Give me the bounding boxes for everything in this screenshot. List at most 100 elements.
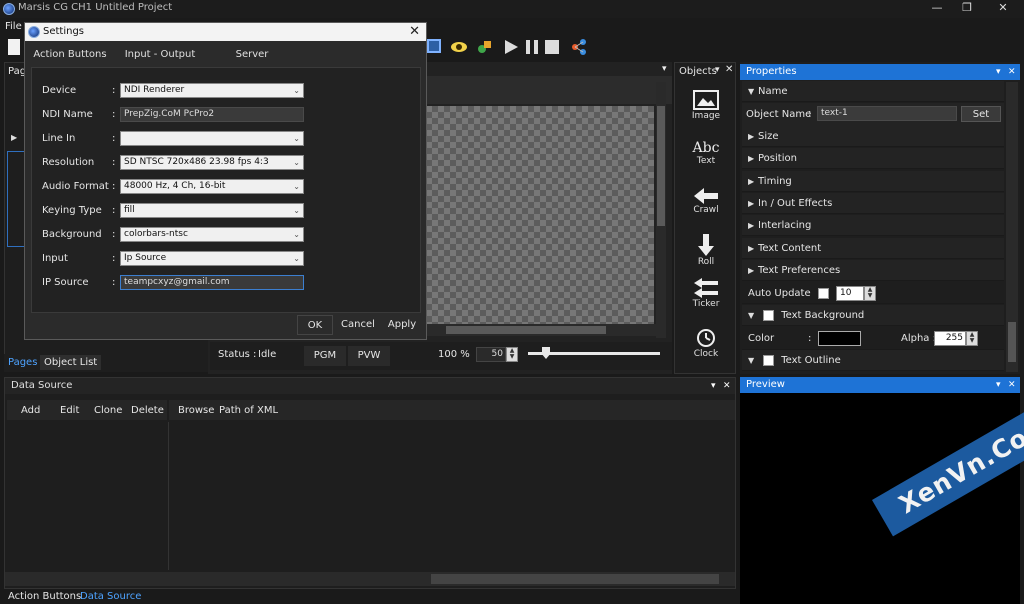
data-source-hscroll[interactable] — [5, 572, 735, 586]
apply-button[interactable]: Apply — [382, 315, 422, 335]
ok-button[interactable]: OK — [297, 315, 333, 335]
speed-slider-thumb[interactable] — [542, 347, 550, 359]
preview-title: Preview — [746, 379, 785, 390]
properties-menu-icon[interactable]: ▾ — [996, 64, 1001, 80]
object-image[interactable]: Image — [684, 90, 728, 121]
object-clock-label: Clock — [693, 349, 719, 359]
data-source-close-icon[interactable]: ✕ — [723, 378, 731, 394]
auto-update-input[interactable]: 10 — [836, 286, 864, 301]
section-timing[interactable]: ▶ Timing — [742, 171, 1004, 192]
line-in-label: Line In — [42, 133, 76, 144]
object-text-label: Text — [696, 156, 716, 166]
section-text-background[interactable]: ▼ Text Background — [742, 305, 1004, 326]
properties-scrollbar[interactable] — [1006, 82, 1018, 372]
properties-close-icon[interactable]: ✕ — [1008, 64, 1016, 80]
section-name[interactable]: ▼ Name — [742, 81, 1004, 102]
objects-menu-icon[interactable]: ▾ — [715, 65, 720, 75]
ndi-name-input[interactable]: PrepZig.CoM PcPro2 — [120, 107, 304, 122]
tab-server[interactable]: Server — [213, 45, 291, 65]
set-button[interactable]: Set — [961, 106, 1001, 122]
restore-button[interactable]: ❐ — [952, 1, 982, 17]
canvas-checkerboard[interactable] — [426, 106, 654, 324]
color-swatch[interactable] — [818, 331, 861, 346]
close-window-button[interactable]: ✕ — [988, 1, 1018, 17]
audio-format-value: 48000 Hz, 4 Ch, 16-bit — [124, 181, 226, 191]
tab-input-output[interactable]: Input - Output — [121, 45, 199, 65]
chevron-down-icon: ⌄ — [293, 134, 300, 143]
object-crawl[interactable]: Crawl — [684, 188, 728, 215]
object-ticker-label: Ticker — [692, 299, 720, 309]
data-source-menu-icon[interactable]: ▾ — [711, 378, 716, 394]
minimize-button[interactable]: — — [922, 1, 952, 17]
alpha-input[interactable]: 255 — [934, 331, 966, 346]
delete-button[interactable]: Delete — [131, 405, 164, 416]
section-interlacing[interactable]: ▶ Interlacing — [742, 215, 1004, 236]
play-icon[interactable] — [502, 38, 520, 56]
data-source-list[interactable] — [7, 422, 169, 570]
tab-action-buttons[interactable]: Action Buttons — [8, 591, 81, 602]
speed-spinner[interactable]: ▲ ▼ — [506, 347, 518, 362]
preview-close-icon[interactable]: ✕ — [1008, 377, 1016, 393]
tab-pages[interactable]: Pages — [8, 357, 37, 368]
input-select[interactable]: Ip Source ⌄ — [120, 251, 304, 266]
object-text[interactable]: Abc Text — [684, 140, 728, 166]
objects-close-icon[interactable]: ✕ — [725, 64, 733, 75]
auto-update-spinner[interactable]: ▲ ▼ — [864, 286, 876, 301]
resolution-select[interactable]: SD NTSC 720x486 23.98 fps 4:3 ⌄ — [120, 155, 304, 170]
canvas-menu-icon[interactable]: ▾ — [662, 64, 667, 74]
cancel-button[interactable]: Cancel — [338, 315, 378, 335]
eye-icon[interactable] — [450, 38, 468, 56]
settings-close-icon[interactable]: ✕ — [409, 23, 420, 41]
object-ticker[interactable]: Ticker — [684, 278, 728, 309]
text-background-checkbox[interactable] — [763, 310, 774, 321]
text-background-label: Text Background — [781, 310, 865, 321]
text-outline-checkbox[interactable] — [763, 355, 774, 366]
background-select[interactable]: colorbars-ntsc ⌄ — [120, 227, 304, 242]
pvw-button[interactable]: PVW — [348, 346, 390, 366]
tab-data-source[interactable]: Data Source — [80, 591, 141, 602]
section-in-out-effects[interactable]: ▶ In / Out Effects — [742, 193, 1004, 214]
screen-icon[interactable] — [427, 39, 441, 53]
section-size[interactable]: ▶ Size — [742, 126, 1004, 147]
section-text-outline[interactable]: ▼ Text Outline — [742, 350, 1004, 371]
object-clock[interactable]: Clock — [684, 328, 728, 359]
share-icon[interactable] — [571, 38, 587, 56]
speed-input[interactable]: 50 — [476, 347, 506, 362]
edit-button[interactable]: Edit — [60, 405, 79, 416]
add-button[interactable]: Add — [21, 405, 40, 416]
line-in-select[interactable]: ⌄ — [120, 131, 304, 146]
object-crawl-label: Crawl — [693, 205, 719, 215]
audio-format-select[interactable]: 48000 Hz, 4 Ch, 16-bit ⌄ — [120, 179, 304, 194]
audio-format-label: Audio Format — [42, 181, 109, 192]
input-value: Ip Source — [124, 253, 167, 263]
preview-menu-icon[interactable]: ▾ — [996, 377, 1001, 393]
canvas-hscroll[interactable] — [426, 324, 656, 336]
shapes-icon[interactable] — [476, 38, 494, 56]
object-name-input[interactable]: text-1 — [817, 106, 957, 121]
stop-icon[interactable] — [544, 38, 560, 56]
device-colon: : — [112, 85, 116, 96]
section-position[interactable]: ▶ Position — [742, 148, 1004, 169]
tab-action-buttons-settings[interactable]: Action Buttons — [31, 45, 109, 65]
ip-source-input[interactable]: teampcxyz@gmail.com — [120, 275, 304, 290]
tab-object-list[interactable]: Object List — [40, 355, 102, 370]
device-label: Device — [42, 85, 77, 96]
pgm-button[interactable]: PGM — [304, 346, 346, 366]
keying-type-select[interactable]: fill ⌄ — [120, 203, 304, 218]
alpha-spinner[interactable]: ▲ ▼ — [966, 331, 978, 346]
section-text-preferences[interactable]: ▶ Text Preferences — [742, 260, 1004, 281]
menu-file[interactable]: File — [5, 21, 22, 32]
pause-icon[interactable] — [524, 38, 540, 56]
section-text-content[interactable]: ▶ Text Content — [742, 238, 1004, 259]
page-play-icon[interactable]: ▶ — [11, 133, 17, 142]
auto-update-checkbox[interactable] — [818, 288, 829, 299]
clone-button[interactable]: Clone — [94, 405, 122, 416]
canvas-vscroll[interactable] — [656, 82, 666, 338]
new-page-icon[interactable] — [8, 39, 20, 55]
object-roll[interactable]: Roll — [684, 234, 728, 267]
device-select[interactable]: NDI Renderer ⌄ — [120, 83, 304, 98]
section-text-content-label: Text Content — [758, 243, 822, 254]
browse-button[interactable]: Browse — [178, 405, 214, 416]
keying-type-colon: : — [112, 205, 116, 216]
preview-header: Preview ▾ ✕ — [740, 377, 1020, 393]
